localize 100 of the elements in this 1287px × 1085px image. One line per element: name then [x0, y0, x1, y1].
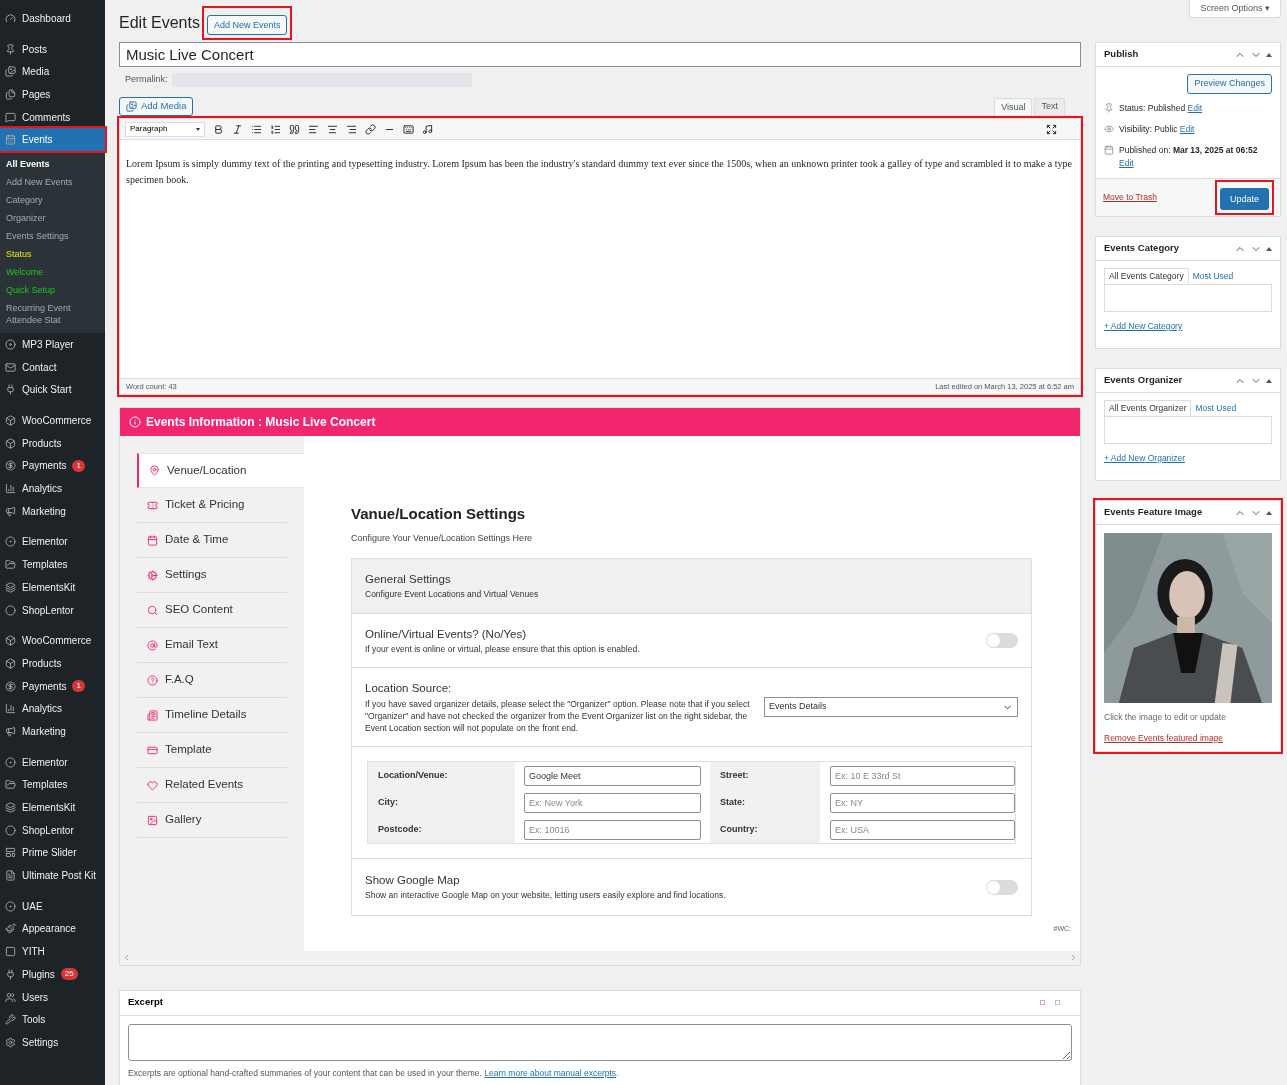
- edit-link[interactable]: Edit: [1119, 158, 1134, 168]
- format-select[interactable]: Paragraph: [125, 121, 205, 137]
- bullet-list-icon[interactable]: [251, 123, 262, 135]
- location-source-select[interactable]: Events Details: [764, 697, 1018, 717]
- editor-tab[interactable]: Visual: [994, 98, 1033, 116]
- text-field[interactable]: Ex: 10 E 33rd St: [830, 765, 1015, 786]
- text-field[interactable]: Ex: 10016: [524, 819, 701, 840]
- quote-icon[interactable]: [289, 123, 300, 135]
- sidebar-item[interactable]: YITH: [0, 940, 105, 963]
- edit-link[interactable]: Edit: [1179, 124, 1195, 134]
- sidebar-item[interactable]: UAE: [0, 894, 105, 918]
- fullscreen-icon[interactable]: [1046, 123, 1057, 135]
- settings-tab[interactable]: Template: [137, 733, 287, 768]
- settings-tab[interactable]: Related Events: [137, 768, 287, 803]
- collapse-triangle-icon[interactable]: [1266, 52, 1272, 57]
- sidebar-item[interactable]: WooCommerce: [0, 409, 105, 432]
- sidebar-item[interactable]: Settings: [0, 1031, 105, 1054]
- settings-tab[interactable]: Ticket & Pricing: [137, 488, 287, 523]
- collapse-triangle-icon[interactable]: [1266, 246, 1272, 251]
- sidebar-item[interactable]: Marketing: [0, 720, 105, 743]
- settings-tab[interactable]: Email Text: [137, 628, 287, 663]
- sidebar-item[interactable]: Users: [0, 985, 105, 1009]
- sidebar-item[interactable]: Analytics: [0, 697, 105, 721]
- add-new-button[interactable]: Add New Events: [206, 15, 288, 36]
- sidebar-item[interactable]: Pages: [0, 83, 105, 106]
- sidebar-item[interactable]: WooCommerce: [0, 629, 105, 653]
- italic-icon[interactable]: [232, 123, 243, 135]
- sidebar-item[interactable]: Analytics: [0, 477, 105, 500]
- sidebar-item[interactable]: Templates: [0, 773, 105, 797]
- edit-link[interactable]: Edit: [1187, 103, 1203, 113]
- submenu-item[interactable]: Add New Events: [0, 173, 105, 192]
- align-center-icon[interactable]: [327, 123, 338, 135]
- toggle-switch[interactable]: [986, 633, 1018, 648]
- box-tab[interactable]: All Events Category: [1104, 268, 1189, 284]
- submenu-item[interactable]: Recurring Event Attendee Stat: [0, 299, 105, 330]
- sidebar-item[interactable]: Quick Start: [0, 378, 105, 402]
- editor-content[interactable]: Lorem Ipsum is simply dummy text of the printing and typesetting industry. Lorem Ipsum has been the industry's standard dummy text ever since the 1500s, when an unknown printer took a galley of type and scrambled it to make a type specimen book.: [126, 156, 1074, 188]
- add-new-link[interactable]: + Add New Organizer: [1104, 452, 1186, 465]
- settings-tab[interactable]: Timeline Details: [137, 698, 287, 733]
- settings-tab[interactable]: Settings: [137, 558, 287, 593]
- sidebar-item[interactable]: Media: [0, 60, 105, 84]
- settings-tab[interactable]: Venue/Location: [137, 453, 304, 488]
- collapse-triangle-icon[interactable]: [1266, 378, 1272, 383]
- settings-tab[interactable]: Gallery: [137, 803, 287, 838]
- submenu-item[interactable]: All Events: [0, 155, 105, 174]
- sidebar-item[interactable]: Contact: [0, 355, 105, 379]
- sidebar-item[interactable]: ElementsKit: [0, 576, 105, 599]
- sidebar-item[interactable]: Dashboard: [0, 7, 105, 30]
- sidebar-item[interactable]: Templates: [0, 553, 105, 576]
- screen-options-button[interactable]: Screen Options ▾: [1189, 0, 1281, 18]
- sidebar-item[interactable]: Payments 1: [0, 674, 105, 698]
- box-tab[interactable]: Most Used: [1191, 400, 1241, 416]
- editor-tab[interactable]: Text: [1034, 98, 1065, 116]
- submenu-item[interactable]: Events Settings: [0, 227, 105, 246]
- submenu-item[interactable]: Status: [0, 245, 105, 264]
- add-media-button[interactable]: Add Media: [119, 97, 194, 116]
- bold-icon[interactable]: [213, 123, 224, 135]
- sidebar-item[interactable]: MP3 Player: [0, 333, 105, 356]
- align-right-icon[interactable]: [346, 123, 357, 135]
- sidebar-item[interactable]: Posts: [0, 37, 105, 61]
- music-note-icon[interactable]: [422, 123, 433, 135]
- sidebar-item[interactable]: Tools: [0, 1008, 105, 1032]
- submenu-item[interactable]: Welcome: [0, 263, 105, 282]
- numbered-list-icon[interactable]: [270, 123, 281, 135]
- sidebar-item[interactable]: Elementor: [0, 750, 105, 774]
- sidebar-item[interactable]: Plugins 25: [0, 963, 105, 986]
- sidebar-item[interactable]: Payments 1: [0, 454, 105, 478]
- keyboard-icon[interactable]: [403, 123, 414, 135]
- title-field[interactable]: Music Live Concert: [119, 42, 1081, 67]
- box-tab[interactable]: All Events Organizer: [1104, 400, 1192, 416]
- trash-link[interactable]: Move to Trash: [1103, 191, 1157, 204]
- toggle-switch[interactable]: [986, 879, 1018, 895]
- sidebar-item[interactable]: Comments: [0, 105, 105, 129]
- settings-tab[interactable]: Date & Time: [137, 523, 287, 558]
- submenu-item[interactable]: Quick Setup: [0, 281, 105, 300]
- sidebar-item[interactable]: Appearance: [0, 917, 105, 941]
- align-left-icon[interactable]: [308, 123, 319, 135]
- submenu-item[interactable]: Category: [0, 191, 105, 210]
- sidebar-item[interactable]: ShopLentor: [0, 598, 105, 622]
- sidebar-item[interactable]: ElementsKit: [0, 796, 105, 819]
- sidebar-item[interactable]: Products: [0, 431, 105, 455]
- sidebar-item[interactable]: ShopLentor: [0, 818, 105, 842]
- update-button[interactable]: Update: [1219, 188, 1269, 211]
- settings-tab[interactable]: SEO Content: [137, 593, 287, 628]
- excerpt-field[interactable]: [128, 1023, 1072, 1061]
- text-field[interactable]: Google Meet: [524, 765, 701, 786]
- settings-tab[interactable]: F.A.Q: [137, 663, 287, 698]
- text-field[interactable]: Ex: New York: [524, 792, 701, 813]
- text-field[interactable]: Ex: USA: [830, 819, 1015, 840]
- collapse-triangle-icon[interactable]: [1266, 510, 1272, 515]
- link-icon[interactable]: [365, 123, 376, 135]
- text-field[interactable]: Ex: NY: [830, 792, 1015, 813]
- preview-button[interactable]: Preview Changes: [1187, 74, 1272, 94]
- sidebar-item[interactable]: Ultimate Post Kit: [0, 864, 105, 887]
- box-tab[interactable]: Most Used: [1188, 268, 1238, 284]
- add-new-link[interactable]: + Add New Category: [1104, 320, 1183, 333]
- sidebar-item[interactable]: Events: [0, 128, 105, 152]
- sidebar-item[interactable]: Products: [0, 652, 105, 675]
- sidebar-item[interactable]: Elementor: [0, 530, 105, 554]
- sidebar-item[interactable]: Prime Slider: [0, 841, 105, 865]
